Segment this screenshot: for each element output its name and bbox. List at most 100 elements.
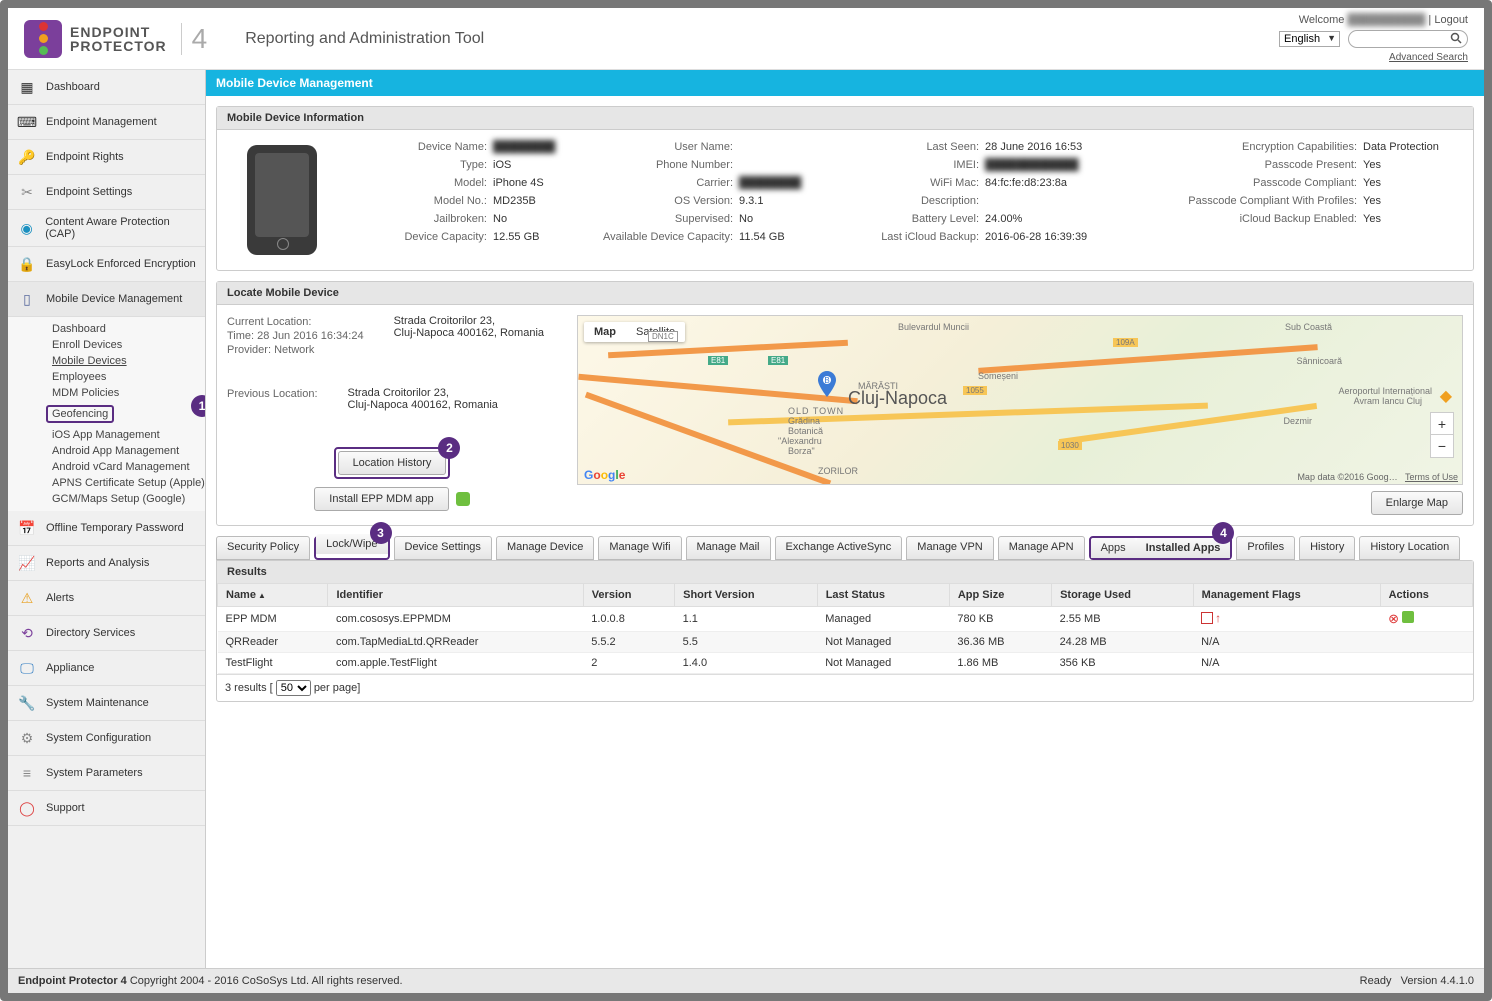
nav-endpoint-rights[interactable]: 🔑Endpoint Rights — [8, 140, 205, 175]
logo-area: ENDPOINT PROTECTOR 4 Reporting and Admin… — [24, 20, 484, 58]
subnav-apns[interactable]: APNS Certificate Setup (Apple) — [52, 475, 205, 491]
mgmt-flags-icons: ↑ — [1201, 611, 1221, 625]
terms-link[interactable]: Terms of Use — [1405, 472, 1458, 482]
mdm-subnav: Dashboard Enroll Devices Mobile Devices … — [8, 317, 205, 511]
tab-manage-device[interactable]: Manage Device — [496, 536, 594, 560]
nav-configuration[interactable]: ⚙System Configuration — [8, 721, 205, 756]
nav-easylock[interactable]: 🔒EasyLock Enforced Encryption — [8, 247, 205, 282]
action-ok-icon[interactable] — [1402, 611, 1414, 623]
nav-endpoint-settings[interactable]: ✂Endpoint Settings — [8, 175, 205, 210]
subnav-employees[interactable]: Employees — [52, 369, 205, 385]
tab-manage-mail[interactable]: Manage Mail — [686, 536, 771, 560]
tab-manage-apn[interactable]: Manage APN — [998, 536, 1085, 560]
val-pc-comp-prof: Yes — [1363, 194, 1463, 209]
subnav-mobile-devices[interactable]: Mobile Devices — [52, 353, 205, 369]
val-wifi: 84:fc:fe:d8:23:8a — [985, 176, 1085, 191]
subnav-gcm[interactable]: GCM/Maps Setup (Google) — [52, 491, 205, 507]
nav-endpoint-management[interactable]: ⌨Endpoint Management — [8, 105, 205, 140]
zoom-out-button[interactable]: − — [1431, 435, 1453, 457]
callout-1: 1 — [191, 395, 206, 417]
tab-history-location[interactable]: History Location — [1359, 536, 1460, 560]
install-mdm-button[interactable]: Install EPP MDM app — [314, 487, 448, 511]
col-identifier[interactable]: Identifier — [328, 584, 583, 607]
advanced-search-link[interactable]: Advanced Search — [1389, 52, 1468, 63]
subnav-geofencing[interactable]: Geofencing — [46, 405, 114, 423]
subnav-android-vcard[interactable]: Android vCard Management — [52, 459, 205, 475]
val-desc — [985, 194, 1085, 209]
svg-text:B: B — [824, 376, 829, 385]
logout-link[interactable]: Logout — [1434, 14, 1468, 26]
tab-manage-wifi[interactable]: Manage Wifi — [598, 536, 681, 560]
search-icon[interactable] — [1450, 32, 1462, 47]
table-row[interactable]: QRReader com.TapMediaLtd.QRReader 5.5.2 … — [218, 632, 1473, 653]
table-row[interactable]: TestFlight com.apple.TestFlight 2 1.4.0 … — [218, 653, 1473, 674]
results-panel: Results Name▲ Identifier Version Short V… — [216, 560, 1474, 702]
val-type: iOS — [493, 158, 593, 173]
enlarge-map-button[interactable]: Enlarge Map — [1371, 491, 1463, 515]
map-zoom: + − — [1430, 412, 1454, 458]
user-name: ██████████ — [1347, 14, 1425, 26]
subnav-mdm-policies[interactable]: MDM Policies — [52, 385, 205, 401]
status-dot-icon — [456, 492, 470, 506]
nav-dashboard[interactable]: ▦Dashboard — [8, 70, 205, 105]
location-history-button[interactable]: Location History — [338, 451, 447, 475]
col-short-version[interactable]: Short Version — [675, 584, 818, 607]
tab-device-settings[interactable]: Device Settings — [394, 536, 492, 560]
subnav-ios-app[interactable]: iOS App Management — [52, 427, 205, 443]
col-app-size[interactable]: App Size — [949, 584, 1051, 607]
tab-history[interactable]: History — [1299, 536, 1355, 560]
subnav-dashboard[interactable]: Dashboard — [52, 321, 205, 337]
language-select[interactable]: English — [1279, 31, 1340, 47]
location-provider: Provider: Network — [227, 343, 364, 357]
nav-alerts[interactable]: ⚠Alerts — [8, 581, 205, 616]
status-ready: Ready — [1360, 975, 1392, 987]
val-capacity: 12.55 GB — [493, 230, 593, 245]
nav-cap[interactable]: ◉Content Aware Protection (CAP) — [8, 210, 205, 247]
wrench-icon: 🔧 — [16, 692, 38, 714]
tab-manage-vpn[interactable]: Manage VPN — [906, 536, 993, 560]
results-header: Results — [217, 561, 1473, 583]
col-storage-used[interactable]: Storage Used — [1052, 584, 1194, 607]
nav-maintenance[interactable]: 🔧System Maintenance — [8, 686, 205, 721]
val-carrier: ████████ — [739, 176, 839, 191]
warning-icon: ⚠ — [16, 587, 38, 609]
zoom-in-button[interactable]: + — [1431, 413, 1453, 435]
locate-panel: Locate Mobile Device Current Location: T… — [216, 281, 1474, 526]
col-mgmt-flags[interactable]: Management Flags — [1193, 584, 1380, 607]
tab-security-policy[interactable]: Security Policy — [216, 536, 310, 560]
nav-appliance[interactable]: 🖵Appliance — [8, 651, 205, 686]
tab-profiles[interactable]: Profiles — [1236, 536, 1295, 560]
nav-offline-password[interactable]: 📅Offline Temporary Password — [8, 511, 205, 546]
table-row[interactable]: EPP MDM com.cososys.EPPMDM 1.0.0.8 1.1 M… — [218, 607, 1473, 632]
pegman-icon[interactable]: ◆ — [1440, 386, 1452, 406]
col-version[interactable]: Version — [583, 584, 674, 607]
tab-exchange[interactable]: Exchange ActiveSync — [775, 536, 903, 560]
current-location-label: Current Location: — [227, 315, 364, 329]
flag-box-icon — [1201, 612, 1213, 624]
map[interactable]: Map Satellite Bulevardul Muncii — [577, 315, 1463, 485]
nav-mdm[interactable]: ▯Mobile Device Management — [8, 282, 205, 317]
col-last-status[interactable]: Last Status — [817, 584, 949, 607]
header-bar: ENDPOINT PROTECTOR 4 Reporting and Admin… — [8, 8, 1484, 70]
page-title: Mobile Device Management — [206, 70, 1484, 96]
subnav-enroll[interactable]: Enroll Devices — [52, 337, 205, 353]
val-phone — [739, 158, 839, 173]
device-image — [247, 145, 317, 255]
tab-apps[interactable]: Apps — [1091, 538, 1136, 558]
nav-directory[interactable]: ⟲Directory Services — [8, 616, 205, 651]
nav-support[interactable]: ◯Support — [8, 791, 205, 826]
col-name[interactable]: Name▲ — [218, 584, 328, 607]
action-delete-icon[interactable]: ⊗ — [1388, 611, 1399, 626]
current-address-2: Cluj-Napoca 400162, Romania — [394, 327, 544, 339]
page-size-select[interactable]: 50 — [276, 680, 311, 696]
footer-product: Endpoint Protector 4 — [18, 975, 127, 987]
sliders-icon: ≡ — [16, 762, 38, 784]
val-supervised: No — [739, 212, 839, 227]
nav-reports[interactable]: 📈Reports and Analysis — [8, 546, 205, 581]
val-jailbroken: No — [493, 212, 593, 227]
col-actions[interactable]: Actions — [1380, 584, 1472, 607]
chart-icon: 📈 — [16, 552, 38, 574]
subnav-android-app[interactable]: Android App Management — [52, 443, 205, 459]
nav-parameters[interactable]: ≡System Parameters — [8, 756, 205, 791]
shield-icon: ◉ — [16, 217, 37, 239]
